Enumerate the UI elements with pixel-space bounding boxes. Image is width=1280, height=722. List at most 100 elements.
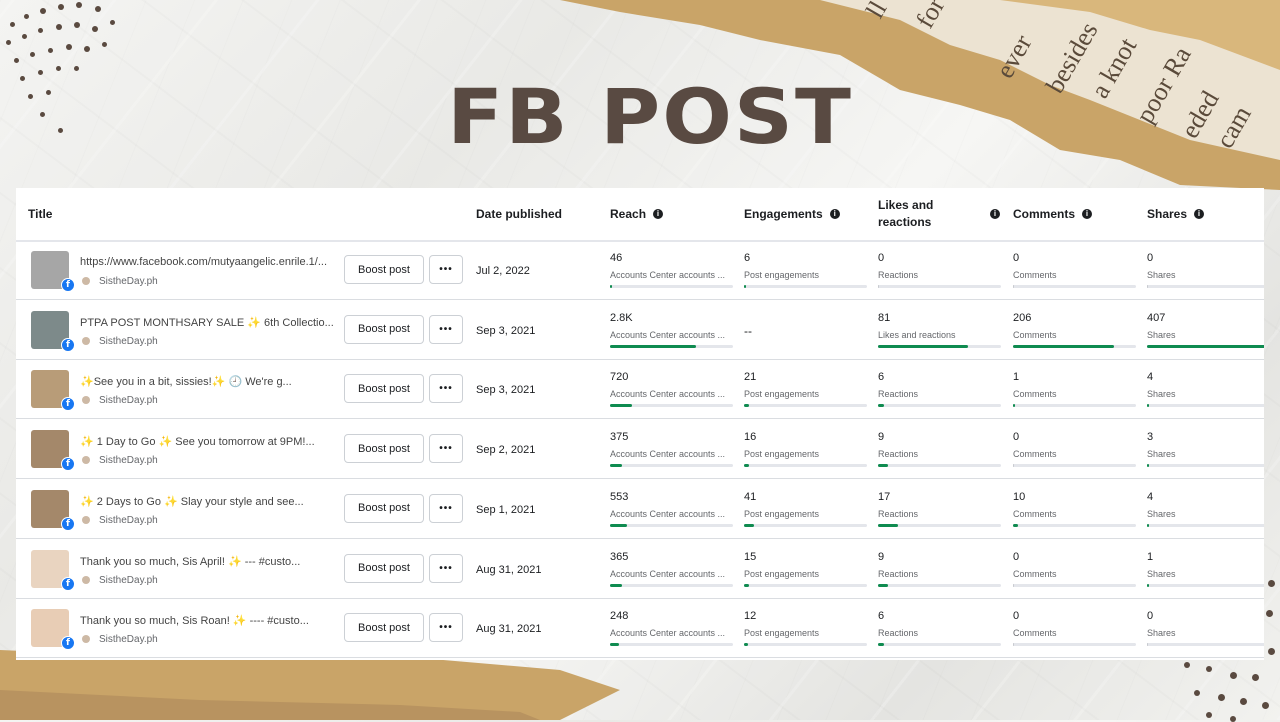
table-row[interactable]: f https://www.facebook.com/mutyaangelic.e…	[16, 240, 1264, 300]
more-options-button[interactable]: •••	[429, 255, 463, 284]
metric-label: Accounts Center accounts ...	[610, 389, 726, 400]
boost-post-button[interactable]: Boost post	[344, 553, 424, 583]
post-title-link[interactable]: Thank you so much, Sis Roan! ✨ ---- #cus…	[80, 614, 338, 627]
metric-value: 10	[1013, 490, 1026, 503]
metric-progress-bar	[610, 344, 733, 348]
metric-shares: 0 Shares	[1147, 251, 1264, 288]
header-reach[interactable]: Reach i	[610, 188, 664, 240]
metric-progress-bar	[1147, 464, 1264, 468]
info-icon[interactable]: i	[653, 209, 664, 219]
metric-value: 407	[1147, 311, 1166, 324]
more-options-button[interactable]: •••	[429, 434, 463, 464]
boost-post-button[interactable]: Boost post	[344, 255, 424, 284]
post-title-link[interactable]: PTPA POST MONTHSARY SALE ✨ 6th Collectio…	[80, 316, 338, 329]
metric-progress-bar	[1013, 344, 1136, 348]
table-row[interactable]: f ✨See you in a bit, sissies!✨ 🕘 We're g.…	[16, 359, 1264, 420]
metric-label: Post engagements	[744, 508, 820, 519]
header-likes-and-reactions[interactable]: Likes and reactions i	[878, 188, 1000, 240]
info-icon[interactable]: i	[1194, 209, 1205, 219]
metric-progress-bar	[878, 583, 1001, 587]
metric-label: Post engagements	[744, 568, 820, 579]
post-title-link[interactable]: Thank you so much, Sis April! ✨ --- #cus…	[80, 555, 338, 568]
info-icon[interactable]: i	[990, 209, 1000, 219]
table-row[interactable]: f ✨ 2 Days to Go ✨ Slay your style and se…	[16, 479, 1264, 539]
boost-post-button[interactable]: Boost post	[344, 434, 424, 464]
header-engagements[interactable]: Engagements i	[744, 188, 840, 240]
page-avatar-icon	[82, 575, 90, 584]
metric-label: Comments	[1013, 270, 1057, 280]
boost-post-button[interactable]: Boost post	[344, 374, 424, 404]
post-title-link[interactable]: https://www.facebook.com/mutyaangelic.en…	[80, 256, 338, 268]
post-title-link[interactable]: ✨ 1 Day to Go ✨ See you tomorrow at 9PM!…	[80, 435, 338, 448]
metric-value: 17	[878, 490, 891, 503]
metric-label: Comments	[1013, 508, 1057, 519]
metric-label: Post engagements	[744, 389, 820, 400]
metric-progress-fill	[610, 285, 613, 288]
metric-progress-fill	[1013, 404, 1016, 408]
metric-shares: 4 Shares	[1147, 370, 1264, 408]
page-name: SistheDay.ph	[82, 395, 158, 406]
metric-engagements: 6 Post engagements	[744, 251, 867, 288]
more-options-button[interactable]: •••	[429, 553, 463, 583]
metric-value: 553	[610, 490, 629, 503]
metric-value: 1	[1147, 550, 1154, 563]
metric-engagements: --	[744, 311, 867, 338]
post-title-link[interactable]: ✨ 2 Days to Go ✨ Slay your style and see…	[80, 495, 338, 508]
more-options-button[interactable]: •••	[429, 314, 463, 344]
metric-progress-bar	[744, 285, 867, 288]
metric-progress-fill	[610, 523, 628, 527]
metric-progress-fill	[1147, 523, 1150, 527]
more-options-button[interactable]: •••	[429, 493, 463, 523]
boost-post-button[interactable]: Boost post	[344, 613, 424, 643]
info-icon[interactable]: i	[829, 209, 840, 219]
metric-likes: 9 Reactions	[878, 430, 1001, 468]
metric-value: 248	[610, 610, 629, 623]
metric-likes: 81 Likes and reactions	[878, 311, 1001, 348]
header-date-published[interactable]: Date published	[476, 188, 562, 240]
info-icon[interactable]: i	[1082, 209, 1093, 219]
boost-post-button[interactable]: Boost post	[344, 314, 424, 344]
header-title[interactable]: Title	[28, 188, 52, 240]
metric-progress-fill	[610, 464, 623, 468]
metric-progress-bar	[1013, 464, 1136, 468]
metric-label: Shares	[1147, 329, 1176, 340]
metric-progress-bar	[878, 643, 1001, 647]
date-published: Sep 3, 2021	[476, 324, 536, 337]
table-row[interactable]: f Thank you so much, Sis April! ✨ --- #cu…	[16, 539, 1264, 599]
metric-value: 1	[1013, 371, 1020, 384]
metric-value: 6	[878, 371, 885, 384]
table-row[interactable]: f PTPA POST MONTHSARY SALE ✨ 6th Collecti…	[16, 300, 1264, 360]
metric-progress-fill	[744, 583, 749, 587]
more-options-button[interactable]: •••	[429, 374, 463, 404]
metric-value: 0	[1147, 610, 1154, 623]
post-title-link[interactable]: ✨See you in a bit, sissies!✨ 🕘 We're g..…	[80, 375, 338, 388]
facebook-icon: f	[61, 337, 75, 352]
metric-label: Comments	[1013, 568, 1057, 579]
metric-progress-bar	[878, 285, 1001, 288]
table-row[interactable]: f ✨ 1 Day to Go ✨ See you tomorrow at 9PM…	[16, 419, 1264, 480]
metric-value: 3	[1147, 431, 1154, 444]
facebook-icon: f	[61, 636, 75, 651]
boost-post-button[interactable]: Boost post	[344, 493, 424, 523]
metric-progress-bar	[878, 404, 1001, 408]
metric-comments: 0 Comments	[1013, 550, 1136, 587]
page-avatar-icon	[82, 456, 90, 465]
metric-progress-fill	[1013, 344, 1114, 348]
metric-label: Accounts Center accounts ...	[610, 329, 726, 340]
metric-shares: 0 Shares	[1147, 609, 1264, 647]
page-avatar-icon	[82, 515, 90, 524]
banner-title: FB POST	[447, 73, 853, 162]
metric-progress-fill	[1013, 523, 1018, 527]
page-name: SistheDay.ph	[82, 575, 158, 586]
metric-progress-fill	[878, 285, 879, 288]
metric-progress-bar	[1147, 285, 1264, 288]
metric-progress-fill	[610, 404, 633, 408]
header-shares[interactable]: Shares i	[1147, 188, 1205, 240]
header-comments[interactable]: Comments i	[1013, 188, 1093, 240]
metric-progress-bar	[1147, 404, 1264, 408]
table-row[interactable]: f Thank you so much, Sis Roan! ✨ ---- #cu…	[16, 598, 1264, 659]
metric-value: 41	[744, 490, 757, 503]
more-options-button[interactable]: •••	[429, 613, 463, 643]
metric-progress-bar	[744, 643, 867, 647]
metric-reach: 720 Accounts Center accounts ...	[610, 370, 733, 408]
